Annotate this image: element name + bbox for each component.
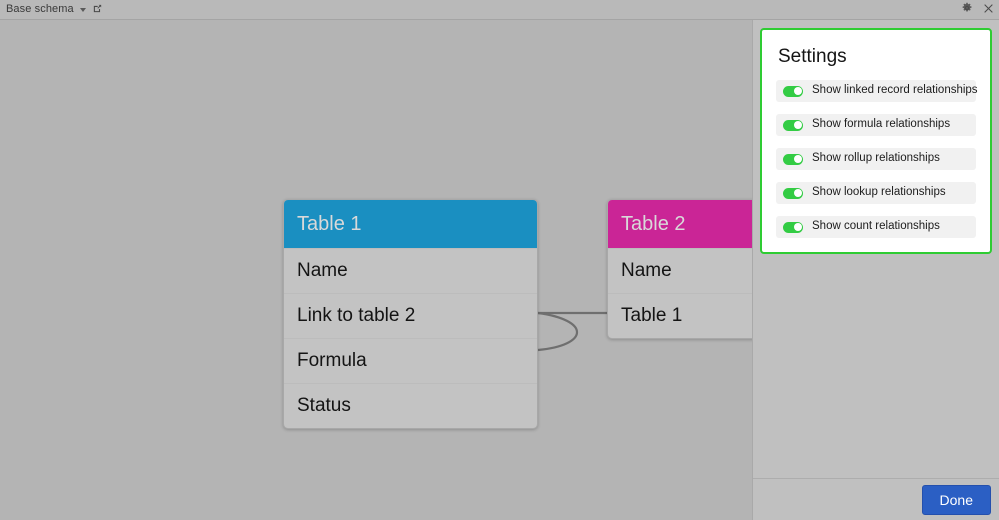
toggle-knob bbox=[793, 155, 802, 163]
table-field[interactable]: Link to table 2 bbox=[284, 293, 537, 338]
title-bar-right-group bbox=[961, 0, 994, 20]
setting-row-show-linked-record-relationships[interactable]: Show linked record relationships bbox=[776, 80, 978, 102]
table-field[interactable]: Name bbox=[608, 248, 752, 293]
setting-label: Show rollup relationships bbox=[812, 152, 940, 165]
toggle-show-lookup-relationships[interactable] bbox=[783, 187, 803, 199]
table-field[interactable]: Formula bbox=[284, 338, 537, 383]
settings-card: Settings Show linked record relationship… bbox=[760, 28, 992, 254]
table-field[interactable]: Name bbox=[284, 248, 537, 293]
title-bar-left-group: Base schema bbox=[6, 1, 103, 19]
schema-canvas[interactable]: Table 1 Name Link to table 2 Formula Sta… bbox=[0, 20, 752, 520]
external-link-icon[interactable] bbox=[92, 1, 103, 19]
table-card-table-2[interactable]: Table 2 Name Table 1 bbox=[607, 199, 752, 339]
setting-row-show-formula-relationships[interactable]: Show formula relationships bbox=[776, 114, 976, 136]
table-header-table-1: Table 1 bbox=[284, 200, 537, 248]
settings-title: Settings bbox=[778, 46, 847, 67]
right-panel: Settings Show linked record relationship… bbox=[752, 20, 999, 520]
setting-row-show-lookup-relationships[interactable]: Show lookup relationships bbox=[776, 182, 976, 204]
done-button[interactable]: Done bbox=[921, 484, 991, 515]
table-card-table-1[interactable]: Table 1 Name Link to table 2 Formula Sta… bbox=[283, 199, 538, 429]
title-bar: Base schema bbox=[0, 0, 999, 20]
panel-footer: Done bbox=[753, 478, 999, 520]
gear-icon[interactable] bbox=[961, 1, 973, 19]
setting-label: Show lookup relationships bbox=[812, 186, 946, 199]
caret-down-icon[interactable] bbox=[79, 8, 86, 12]
toggle-show-formula-relationships[interactable] bbox=[783, 119, 803, 131]
toggle-knob bbox=[793, 121, 802, 129]
toggle-show-count-relationships[interactable] bbox=[783, 221, 803, 233]
toggle-knob bbox=[793, 223, 802, 231]
setting-row-show-rollup-relationships[interactable]: Show rollup relationships bbox=[776, 148, 976, 170]
base-schema-title: Base schema bbox=[6, 3, 74, 15]
toggle-knob bbox=[793, 87, 802, 95]
table-field[interactable]: Table 1 bbox=[608, 293, 752, 338]
toggle-knob bbox=[793, 189, 802, 197]
table-header-table-2: Table 2 bbox=[608, 200, 752, 248]
setting-label: Show count relationships bbox=[812, 220, 940, 233]
panel-body: Settings Show linked record relationship… bbox=[753, 20, 999, 478]
toggle-show-rollup-relationships[interactable] bbox=[783, 153, 803, 165]
setting-label: Show formula relationships bbox=[812, 118, 951, 131]
setting-label: Show linked record relationships bbox=[812, 84, 978, 97]
app-window: Base schema Table 1 Name Link to table 2… bbox=[0, 0, 999, 520]
close-icon[interactable] bbox=[983, 1, 994, 19]
toggle-show-linked-record-relationships[interactable] bbox=[783, 85, 803, 97]
table-field[interactable]: Status bbox=[284, 383, 537, 428]
setting-row-show-count-relationships[interactable]: Show count relationships bbox=[776, 216, 976, 238]
